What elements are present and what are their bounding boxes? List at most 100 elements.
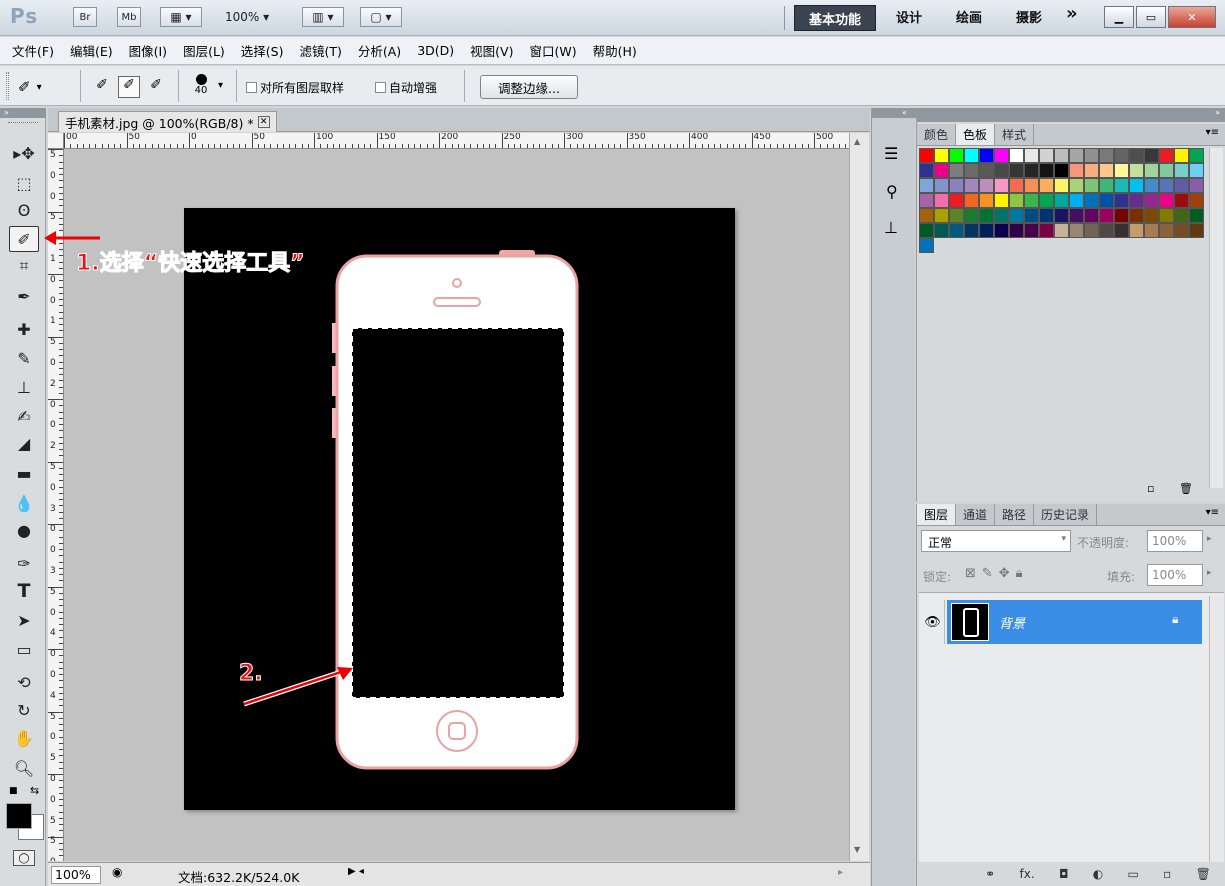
color-swatch[interactable]: [1024, 208, 1039, 223]
color-swatch[interactable]: [1144, 148, 1159, 163]
color-swatch[interactable]: [994, 178, 1009, 193]
color-swatch[interactable]: [1174, 163, 1189, 178]
color-swatch[interactable]: [1069, 178, 1084, 193]
color-swatch[interactable]: [994, 223, 1009, 238]
zoom-tool-icon[interactable]: 🔍︎: [9, 755, 39, 781]
color-swatch[interactable]: [1099, 193, 1114, 208]
color-swatch[interactable]: [1159, 193, 1174, 208]
adjustment-layer-icon[interactable]: ◐: [1093, 867, 1103, 881]
swap-colors-icon[interactable]: ⇆: [30, 784, 39, 797]
color-swatch[interactable]: [1099, 223, 1114, 238]
menu-view[interactable]: 视图(V): [470, 41, 513, 60]
3d-rotate-tool-icon[interactable]: ⟲: [9, 669, 39, 695]
color-swatch[interactable]: [934, 223, 949, 238]
color-swatch[interactable]: [1054, 178, 1069, 193]
color-swatch[interactable]: [994, 193, 1009, 208]
color-swatch[interactable]: [964, 223, 979, 238]
new-group-icon[interactable]: ▭: [1128, 867, 1139, 881]
chevron-down-icon[interactable]: ▾: [218, 80, 223, 91]
opacity-input[interactable]: 100%: [1147, 530, 1203, 552]
color-swatch[interactable]: [1189, 223, 1204, 238]
color-swatch[interactable]: [1084, 193, 1099, 208]
color-swatch[interactable]: [1159, 163, 1174, 178]
color-swatch[interactable]: [1129, 223, 1144, 238]
color-swatch[interactable]: [1039, 208, 1054, 223]
color-swatch[interactable]: [949, 223, 964, 238]
menu-filter[interactable]: 滤镜(T): [299, 41, 341, 60]
quick-selection-tool-icon[interactable]: ✐: [9, 226, 39, 252]
workspace-painting[interactable]: 绘画: [956, 7, 982, 26]
hand-tool-icon[interactable]: ✋: [9, 725, 39, 751]
sample-all-layers-checkbox[interactable]: 对所有图层取样: [246, 79, 344, 96]
history-brush-tool-icon[interactable]: ✍: [9, 403, 39, 429]
color-swatch[interactable]: [1189, 163, 1204, 178]
options-grip[interactable]: [6, 72, 9, 100]
color-swatch[interactable]: [964, 178, 979, 193]
menu-select[interactable]: 选择(S): [241, 41, 284, 60]
color-swatch[interactable]: [979, 193, 994, 208]
color-swatch[interactable]: [1159, 208, 1174, 223]
color-swatch[interactable]: [919, 208, 934, 223]
healing-brush-tool-icon[interactable]: ✚: [9, 316, 39, 342]
color-swatch[interactable]: [1069, 208, 1084, 223]
color-swatch[interactable]: [1159, 148, 1174, 163]
status-menu-arrow-icon[interactable]: ▶ ◂: [348, 866, 364, 877]
color-swatch[interactable]: [919, 178, 934, 193]
color-swatch[interactable]: [1024, 163, 1039, 178]
color-swatch[interactable]: [1189, 208, 1204, 223]
color-swatch[interactable]: [964, 163, 979, 178]
panel-menu-icon[interactable]: ▾≡: [1206, 507, 1219, 518]
color-swatch[interactable]: [1069, 148, 1084, 163]
auto-enhance-checkbox[interactable]: 自动增强: [375, 79, 437, 96]
color-swatch[interactable]: [919, 163, 934, 178]
color-swatch[interactable]: [1114, 223, 1129, 238]
color-swatch[interactable]: [1174, 178, 1189, 193]
tab-color[interactable]: 颜色: [917, 124, 957, 145]
crop-tool-icon[interactable]: ⌗: [9, 253, 39, 279]
color-swatch[interactable]: [934, 178, 949, 193]
color-swatch[interactable]: [1009, 193, 1024, 208]
scroll-down-icon[interactable]: ▼: [854, 845, 860, 854]
color-swatch[interactable]: [1069, 163, 1084, 178]
color-swatch[interactable]: [1144, 178, 1159, 193]
status-icon[interactable]: ◉: [112, 865, 122, 879]
bridge-button[interactable]: Br: [73, 7, 97, 27]
maximize-button[interactable]: ▭: [1136, 6, 1166, 28]
color-swatch[interactable]: [1024, 223, 1039, 238]
color-swatch[interactable]: [994, 148, 1009, 163]
scroll-right-icon[interactable]: ▸: [838, 867, 843, 878]
color-swatch[interactable]: [1069, 223, 1084, 238]
foreground-color-swatch[interactable]: [6, 803, 32, 829]
tab-channels[interactable]: 通道: [956, 504, 996, 525]
color-swatch[interactable]: [1099, 208, 1114, 223]
color-swatch[interactable]: [1054, 193, 1069, 208]
color-swatch[interactable]: [934, 148, 949, 163]
panel-collapse-icon[interactable]: »: [0, 108, 46, 118]
color-swatch[interactable]: [964, 208, 979, 223]
blend-mode-select[interactable]: 正常 ▾: [921, 530, 1071, 552]
color-swatch[interactable]: [1114, 208, 1129, 223]
color-swatch[interactable]: [1084, 223, 1099, 238]
document-tab[interactable]: 手机素材.jpg @ 100%(RGB/8) * ✕: [58, 111, 277, 132]
chevron-right-icon[interactable]: ▸: [1207, 568, 1212, 578]
refine-edge-button[interactable]: 调整边缘...: [480, 75, 578, 99]
menu-help[interactable]: 帮助(H): [593, 41, 637, 60]
mini-bridge-button[interactable]: Mb: [117, 7, 141, 27]
color-swatch[interactable]: [1009, 208, 1024, 223]
color-swatch[interactable]: [1189, 148, 1204, 163]
color-swatch[interactable]: [1009, 223, 1024, 238]
color-swatch[interactable]: [1189, 193, 1204, 208]
tab-styles[interactable]: 样式: [995, 124, 1035, 145]
color-swatch[interactable]: [1129, 163, 1144, 178]
color-swatch[interactable]: [934, 193, 949, 208]
workspace-essentials[interactable]: 基本功能: [794, 5, 876, 31]
color-swatch[interactable]: [1039, 148, 1054, 163]
eyedropper-tool-icon[interactable]: ✒: [9, 283, 39, 309]
color-swatch[interactable]: [1024, 178, 1039, 193]
close-button[interactable]: ✕: [1168, 6, 1216, 28]
color-swatch[interactable]: [1054, 208, 1069, 223]
color-swatch[interactable]: [994, 163, 1009, 178]
menu-analysis[interactable]: 分析(A): [358, 41, 401, 60]
color-swatch[interactable]: [919, 148, 934, 163]
layers-scrollbar[interactable]: [1209, 596, 1223, 862]
